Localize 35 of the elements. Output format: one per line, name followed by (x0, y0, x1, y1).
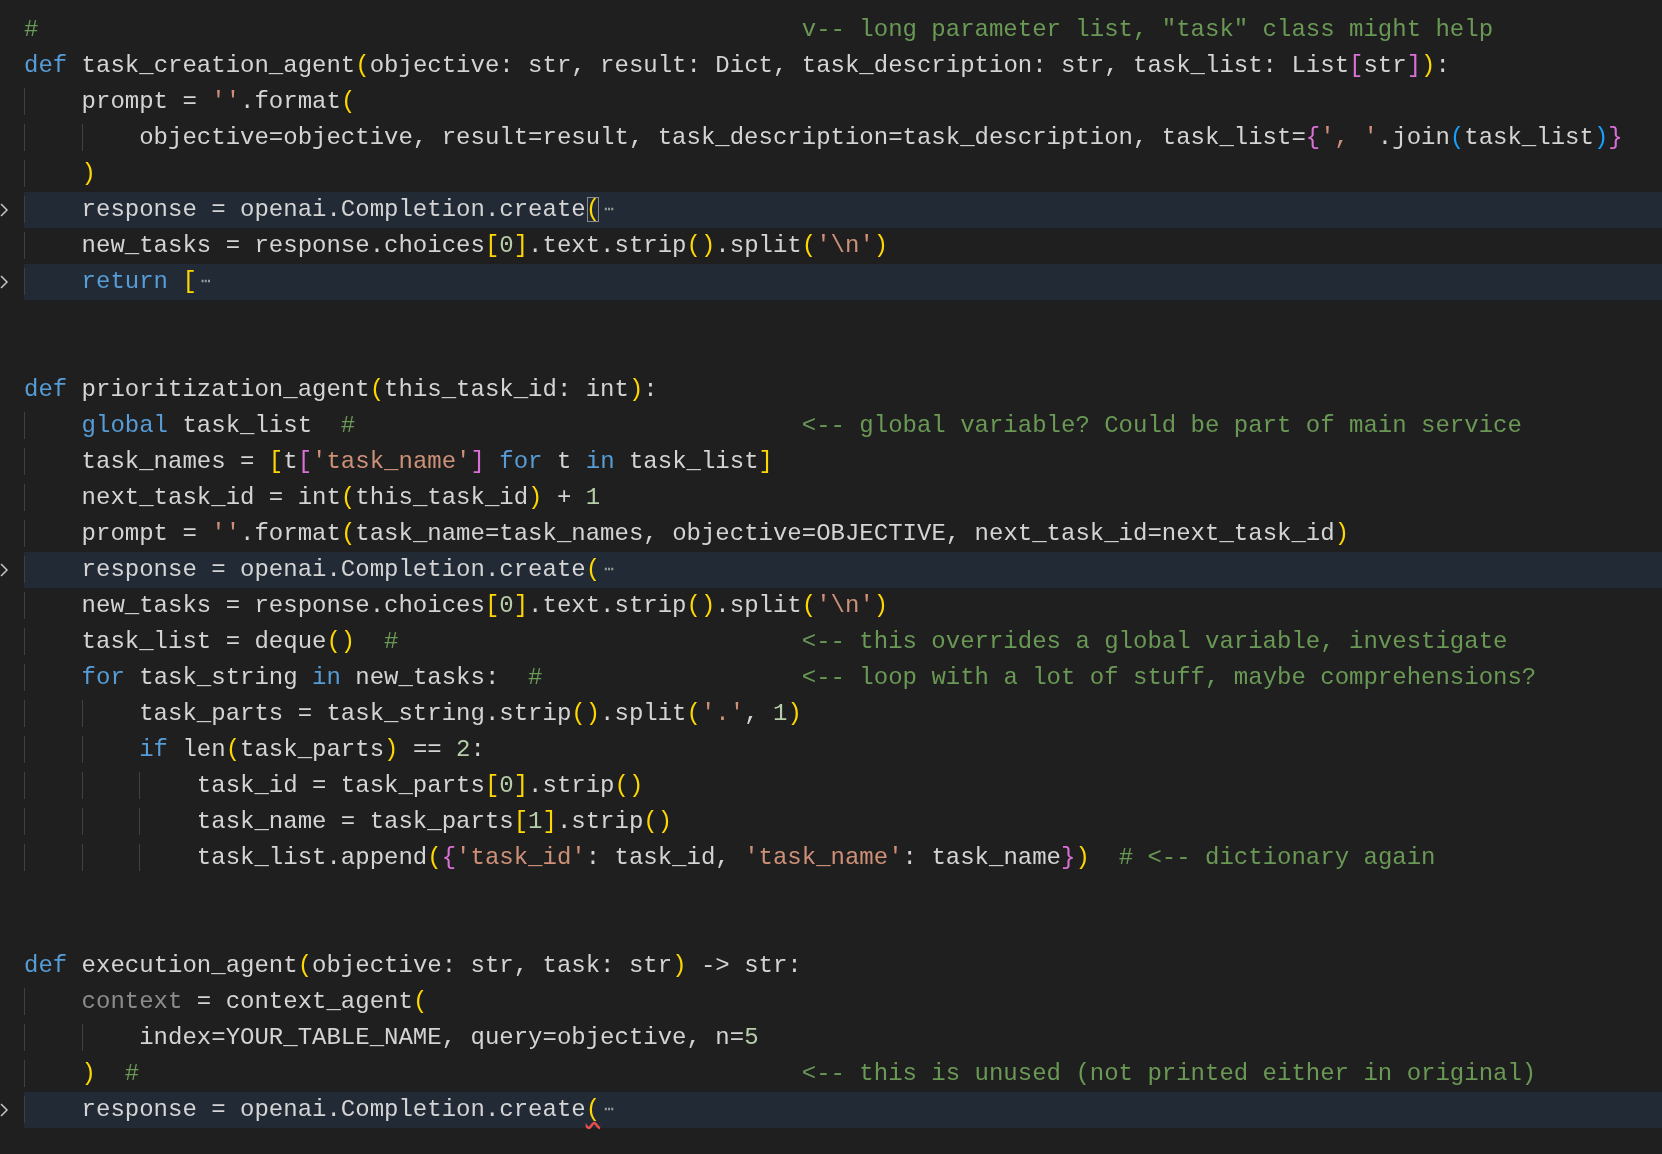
fold-ellipsis[interactable]: ⋯ (604, 552, 614, 588)
chevron-icon[interactable] (0, 202, 9, 218)
code-line: prompt = ''.format(task_name=task_names, objective=OBJECTIVE, next_task_id=next_task_id) (24, 516, 1350, 552)
code-line: task_name = task_parts[1].strip() (24, 804, 673, 840)
code-line: task_parts = task_string.strip().split('.', 1) (24, 696, 802, 732)
code-line: new_tasks = response.choices[0].text.strip().split('\n') (24, 228, 889, 264)
code-line: next_task_id = int(this_task_id) + 1 (24, 480, 601, 516)
code-line: ) (24, 156, 96, 192)
code-line: # v-- long parameter list, "task" class might help (24, 15, 1494, 45)
chevron-icon[interactable] (0, 274, 9, 290)
code-line: objective=objective, result=result, task_description=task_description, task_list={', '.join(task_list)} (24, 120, 1623, 156)
code-line: new_tasks = response.choices[0].text.strip().split('\n') (24, 588, 889, 624)
code-line: for task_string in new_tasks: # <-- loop with a lot of stuff, maybe comprehensions? (24, 660, 1537, 696)
code-line: task_list = deque() # <-- this overrides a global variable, investigate (24, 624, 1508, 660)
code-line: task_names = [t['task_name'] for t in task_list] (24, 444, 773, 480)
code-line: prompt = ''.format( (24, 84, 356, 120)
code-line: ) # <-- this is unused (not printed either in original) (24, 1056, 1537, 1092)
code-line: global task_list # <-- global variable? Could be part of main service (24, 408, 1522, 444)
code-line: context = context_agent( (24, 984, 428, 1020)
code-line: response = openai.Completion.create( (24, 552, 601, 588)
code-line: return [ (24, 264, 197, 300)
code-line: def execution_agent(objective: str, task: str) -> str: (24, 951, 802, 981)
chevron-icon[interactable] (0, 1102, 9, 1118)
code-line: task_list.append({'task_id': task_id, 'task_name': task_name}) # <-- dictionary again (24, 840, 1436, 876)
code-line: def prioritization_agent(this_task_id: int): (24, 375, 658, 405)
fold-ellipsis[interactable]: ⋯ (604, 1092, 614, 1128)
code-line: response = openai.Completion.create( (24, 1092, 601, 1128)
fold-ellipsis[interactable]: ⋯ (200, 264, 211, 300)
chevron-icon[interactable] (0, 562, 9, 578)
code-line: def task_creation_agent(objective: str, result: Dict, task_description: str, task_list: List[str]): (24, 51, 1450, 81)
code-line: if len(task_parts) == 2: (24, 732, 485, 768)
fold-ellipsis[interactable]: ⋯ (604, 192, 614, 228)
code-line: task_id = task_parts[0].strip() (24, 768, 644, 804)
code-line: response = openai.Completion.create( (24, 192, 601, 228)
code-line: index=YOUR_TABLE_NAME, query=objective, n=5 (24, 1020, 759, 1056)
